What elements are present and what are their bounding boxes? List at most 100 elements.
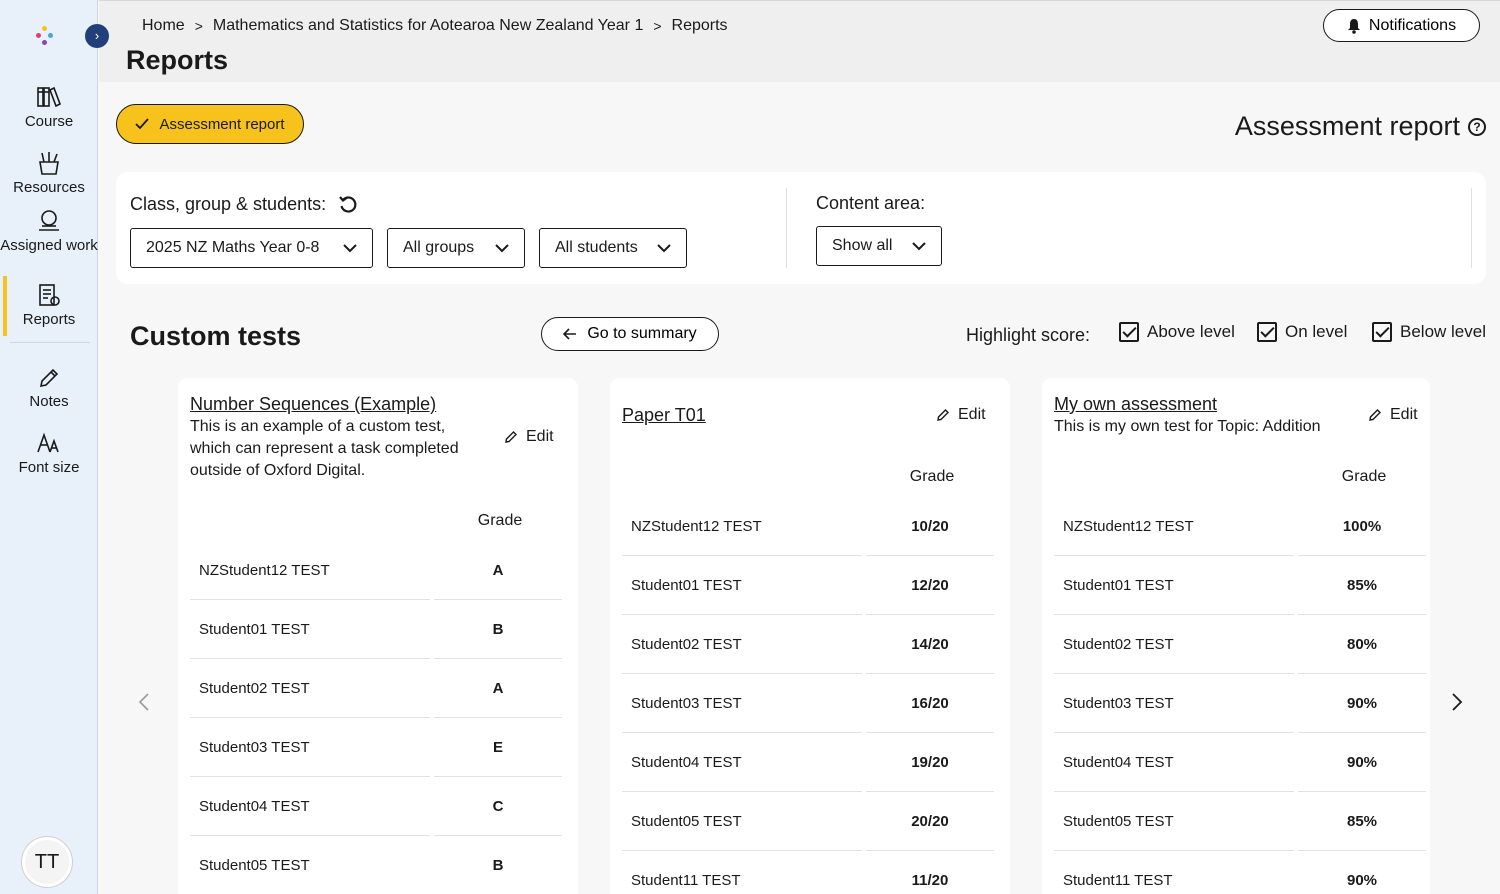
sidebar-item-font-size[interactable]: Font size <box>0 432 98 476</box>
sidebar-item-label: Assigned work <box>0 237 98 254</box>
page-title: Reports <box>126 45 229 75</box>
test-title-link[interactable]: My own assessment <box>1054 394 1217 415</box>
student-grade: 20/20 <box>866 793 994 851</box>
test-description: This is my own test for Topic: Addition <box>1054 418 1321 435</box>
student-grade: 90% <box>1298 675 1426 733</box>
sidebar-item-notes[interactable]: Notes <box>0 366 98 410</box>
assessment-report-chip[interactable]: Assessment report <box>116 104 304 144</box>
test-card: Paper T01 Edit Grade NZStudent12 TEST 10/… <box>610 378 1010 894</box>
edit-button[interactable]: Edit <box>936 406 986 424</box>
check-icon <box>135 118 150 130</box>
edit-label: Edit <box>958 406 986 423</box>
student-grade: B <box>434 837 562 894</box>
sidebar-divider <box>10 342 90 343</box>
student-grade: 12/20 <box>866 557 994 615</box>
student-name: Student03 TEST <box>190 719 430 777</box>
content-area-dropdown[interactable]: Show all <box>816 226 942 266</box>
sidebar-item-reports[interactable]: Reports <box>0 282 98 328</box>
table-row: Student01 TEST 12/20 <box>622 557 994 616</box>
sidebar: Course Resources Assigned work Reports N… <box>0 0 98 894</box>
table-row: NZStudent12 TEST A <box>190 542 562 601</box>
chevron-down-icon <box>343 244 357 253</box>
test-card: My own assessment This is my own test fo… <box>1042 378 1430 894</box>
test-title-link[interactable]: Number Sequences (Example) <box>190 394 436 415</box>
test-title-link[interactable]: Paper T01 <box>622 405 706 426</box>
chevron-right-icon <box>1452 693 1463 711</box>
student-name: NZStudent12 TEST <box>190 542 430 600</box>
table-row: Student05 TEST B <box>190 837 562 894</box>
filter-divider <box>1471 188 1472 268</box>
class-dropdown[interactable]: 2025 NZ Maths Year 0-8 <box>130 228 373 268</box>
student-grade: 14/20 <box>866 616 994 674</box>
notifications-button[interactable]: Notifications <box>1323 9 1480 42</box>
checkbox-checked-icon <box>1372 322 1392 342</box>
grade-column-header: Grade <box>477 512 523 529</box>
student-dropdown[interactable]: All students <box>539 228 687 268</box>
edit-button[interactable]: Edit <box>1368 406 1418 424</box>
sidebar-item-assigned-work[interactable]: Assigned work <box>0 208 98 254</box>
student-name: Student04 TEST <box>190 778 430 836</box>
edit-label: Edit <box>1390 406 1418 423</box>
table-row: Student05 TEST 20/20 <box>622 793 994 852</box>
section-title: Custom tests <box>130 321 302 351</box>
carousel-next-button[interactable] <box>1451 692 1463 718</box>
below-level-checkbox[interactable]: Below level <box>1372 322 1486 342</box>
student-grade: 11/20 <box>866 852 994 894</box>
on-level-checkbox[interactable]: On level <box>1257 322 1347 342</box>
chevron-left-icon <box>138 693 149 711</box>
report-title-text: Assessment report <box>1234 111 1460 141</box>
student-dropdown-value: All students <box>555 239 638 256</box>
breadcrumb: Home > Mathematics and Statistics for Ao… <box>142 17 728 35</box>
table-row: Student03 TEST E <box>190 719 562 778</box>
edit-button[interactable]: Edit <box>504 428 554 446</box>
table-row: Student04 TEST C <box>190 778 562 837</box>
student-name: Student02 TEST <box>190 660 430 718</box>
student-name: NZStudent12 TEST <box>622 498 862 556</box>
checkbox-checked-icon <box>1119 322 1139 342</box>
sidebar-item-label: Font size <box>18 459 80 476</box>
checkbox-checked-icon <box>1257 322 1277 342</box>
content-area-value: Show all <box>832 237 893 254</box>
carousel-prev-button[interactable] <box>138 692 150 718</box>
sidebar-item-resources[interactable]: Resources <box>0 150 98 196</box>
student-name: Student05 TEST <box>1054 793 1294 851</box>
report-title: Assessment report ? <box>1235 111 1486 142</box>
sidebar-item-label: Reports <box>22 311 76 328</box>
avatar[interactable]: TT <box>22 837 72 887</box>
above-level-checkbox[interactable]: Above level <box>1119 322 1235 342</box>
student-grade: C <box>434 778 562 836</box>
student-name: Student05 TEST <box>190 837 430 894</box>
summary-label: Go to summary <box>587 325 697 342</box>
student-grade: E <box>434 719 562 777</box>
student-name: Student01 TEST <box>190 601 430 659</box>
table-row: Student11 TEST 90% <box>1054 852 1426 894</box>
bell-icon <box>1347 18 1360 34</box>
sidebar-expand-button[interactable]: › <box>85 24 109 48</box>
group-dropdown[interactable]: All groups <box>387 228 525 268</box>
help-icon[interactable]: ? <box>1468 117 1486 136</box>
breadcrumb-course[interactable]: Mathematics and Statistics for Aotearoa … <box>213 17 643 35</box>
notifications-label: Notifications <box>1368 16 1457 34</box>
reset-icon[interactable] <box>338 195 358 215</box>
sidebar-item-course[interactable]: Course <box>0 84 98 130</box>
breadcrumb-home[interactable]: Home <box>142 17 185 35</box>
go-to-summary-button[interactable]: Go to summary <box>541 317 719 351</box>
chevron-down-icon <box>912 242 926 251</box>
highlight-score-label: Highlight score: <box>966 325 1091 345</box>
table-row: Student03 TEST 90% <box>1054 675 1426 734</box>
table-row: Student04 TEST 19/20 <box>622 734 994 793</box>
student-name: Student02 TEST <box>1054 616 1294 674</box>
font-size-icon <box>37 432 59 453</box>
student-grade: 10/20 <box>866 498 994 556</box>
content-area-label: Content area: <box>816 193 926 213</box>
chevron-right-icon: > <box>653 18 662 34</box>
group-dropdown-value: All groups <box>403 239 475 256</box>
student-grade: 16/20 <box>866 675 994 733</box>
table-row: NZStudent12 TEST 10/20 <box>622 498 994 557</box>
test-description: This is an example of a custom test, whi… <box>190 418 459 479</box>
above-level-label: Above level <box>1147 322 1235 341</box>
table-row: Student01 TEST B <box>190 601 562 660</box>
grade-column-header: Grade <box>1341 468 1387 485</box>
table-row: NZStudent12 TEST 100% <box>1054 498 1426 557</box>
app-logo <box>36 24 58 46</box>
